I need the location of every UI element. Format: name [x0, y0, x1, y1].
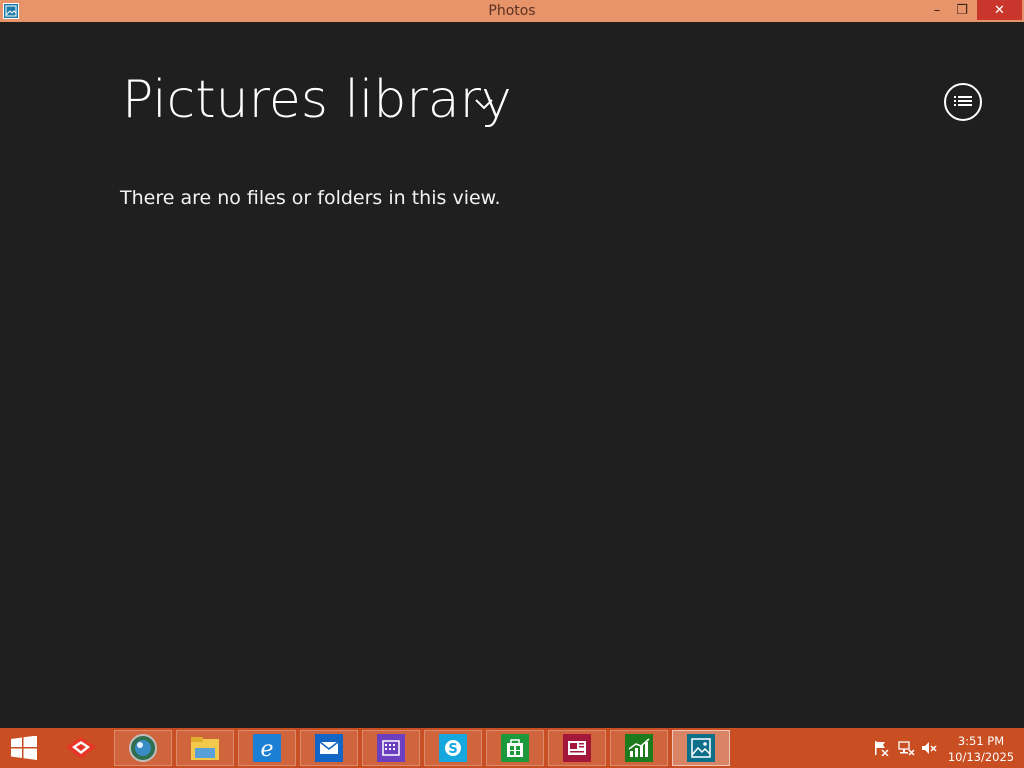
minimize-icon: – [933, 2, 941, 18]
taskbar-item-internet-explorer[interactable]: e [238, 730, 296, 766]
taskbar: e S [0, 728, 1024, 768]
window-title: Photos [488, 3, 536, 19]
minimize-button[interactable]: – [924, 0, 950, 20]
taskbar-item-mail[interactable] [300, 730, 358, 766]
page-title[interactable]: Pictures library [122, 70, 512, 130]
taskbar-item-store[interactable] [486, 730, 544, 766]
clock-time: 3:51 PM [957, 734, 1005, 748]
list-view-button[interactable] [944, 83, 982, 121]
clock-date: 10/13/2025 [947, 750, 1015, 764]
close-icon: ✕ [994, 2, 1005, 18]
taskbar-item-finance[interactable] [610, 730, 668, 766]
chevron-down-icon[interactable] [474, 97, 494, 111]
skype-icon: S [439, 734, 467, 762]
taskbar-item-file-explorer[interactable] [176, 730, 234, 766]
maximize-button[interactable]: ❐ [949, 0, 975, 20]
calendar-icon [377, 734, 405, 762]
windows-start-icon[interactable] [10, 736, 38, 760]
taskbar-item-redhat[interactable] [52, 730, 110, 766]
news-icon [563, 734, 591, 762]
finance-icon [625, 734, 653, 762]
close-button[interactable]: ✕ [977, 0, 1022, 20]
title-bar: Photos – ❐ ✕ [0, 0, 1024, 22]
svg-text:e: e [260, 737, 273, 762]
taskbar-item-skype[interactable]: S [424, 730, 482, 766]
system-clock[interactable]: 3:51 PM 10/13/2025 [946, 733, 1016, 765]
photos-icon [687, 734, 715, 762]
taskbar-item-news[interactable] [548, 730, 606, 766]
network-icon[interactable] [897, 740, 915, 756]
redhat-app-icon [66, 737, 96, 759]
mail-icon [315, 734, 343, 762]
browser-globe-icon [129, 734, 157, 762]
file-explorer-icon [191, 737, 219, 760]
empty-state-message: There are no files or folders in this vi… [120, 187, 501, 209]
taskbar-item-calendar[interactable] [362, 730, 420, 766]
internet-explorer-icon: e [253, 734, 281, 762]
volume-muted-icon[interactable] [920, 740, 938, 756]
taskbar-item-photos[interactable] [672, 730, 730, 766]
action-center-flag-icon[interactable] [872, 740, 890, 756]
restore-icon: ❐ [956, 2, 968, 18]
store-icon [501, 734, 529, 762]
svg-text:S: S [448, 742, 457, 757]
taskbar-item-browser[interactable] [114, 730, 172, 766]
list-icon [954, 96, 972, 106]
